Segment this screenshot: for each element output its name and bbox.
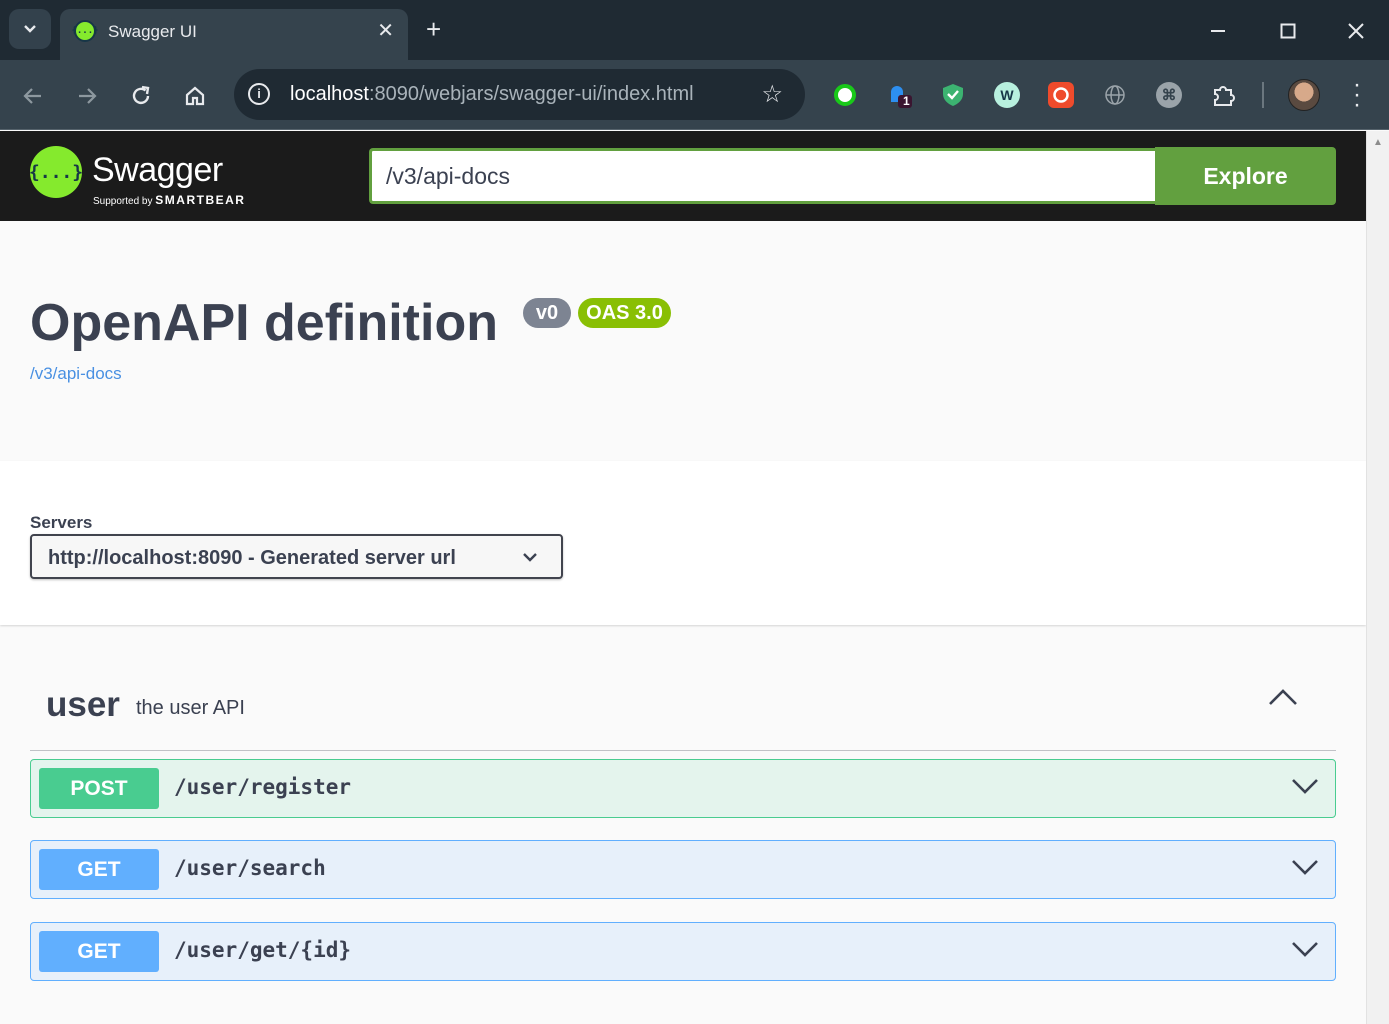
chevron-down-icon [24,25,36,33]
api-title: OpenAPI definition [30,294,498,352]
address-path: :8090/webjars/swagger-ui/index.html [368,83,694,105]
swagger-favicon-icon: {...} [71,20,99,42]
chevron-down-icon[interactable] [1291,939,1319,959]
logo-supported-by-text: Supported by [93,196,153,207]
servers-section: Servers http://localhost:8090 - Generate… [0,461,1366,625]
browser-tab-swagger-ui[interactable]: {...} Swagger UI ✕ [60,9,408,60]
chevron-down-icon [523,553,537,562]
address-url[interactable]: localhost:8090/webjars/swagger-ui/index.… [290,83,694,106]
extension-shield-icon[interactable] [940,82,966,108]
chevron-up-icon[interactable] [1268,687,1298,709]
tag-description: the user API [136,697,245,719]
swagger-page: {...} Swagger Supported by SMARTBEAR Exp… [0,131,1366,1024]
minimize-icon[interactable] [1203,16,1233,46]
operation-path: /user/search [174,856,326,880]
toolbar-separator [1262,82,1264,108]
window-close-icon[interactable] [1341,16,1371,46]
scroll-up-arrow-icon[interactable]: ▲ [1373,137,1383,148]
bookmark-star-icon[interactable]: ☆ [761,80,783,109]
extension-green-ring-icon[interactable] [832,82,858,108]
extension-w-icon[interactable]: W [994,82,1020,108]
tab-close-icon[interactable]: ✕ [377,18,394,43]
tab-title: Swagger UI [108,22,197,41]
tag-section-user[interactable]: user the user API [30,675,1336,751]
api-info: OpenAPI definition v0 OAS 3.0 /v3/api-do… [0,221,1366,461]
oas-badge: OAS 3.0 [578,298,671,328]
back-arrow-icon[interactable] [15,78,51,114]
version-badge: v0 [523,298,571,328]
operations-section: user the user API POST /user/register GE… [0,625,1366,1024]
extension-badge-count: 1 [903,94,910,108]
operation-post-user-register[interactable]: POST /user/register [30,759,1336,818]
forward-arrow-icon[interactable] [69,78,105,114]
spec-url-input[interactable] [369,148,1157,204]
logo-name: Swagger [92,151,223,189]
chevron-down-icon[interactable] [1291,776,1319,796]
tag-name: user [46,685,120,724]
address-host: localhost [290,83,369,105]
servers-select[interactable]: http://localhost:8090 - Generated server… [30,534,563,579]
explore-button[interactable]: Explore [1155,147,1336,205]
servers-label: Servers [30,513,93,532]
operation-get-user-search[interactable]: GET /user/search [30,840,1336,899]
operation-path: /user/get/{id} [174,938,352,962]
new-tab-plus-icon[interactable]: + [426,14,441,44]
page-scrollbar[interactable]: ▲ [1366,131,1389,1024]
method-badge: GET [39,931,159,972]
address-bar[interactable]: i localhost:8090/webjars/swagger-ui/inde… [234,69,805,120]
browser-tab-strip: {...} Swagger UI ✕ + [0,0,1389,60]
extension-ghost-icon[interactable]: 1 [886,82,912,108]
operation-get-user-get-id[interactable]: GET /user/get/{id} [30,922,1336,981]
reload-icon[interactable] [123,78,159,114]
extensions-puzzle-icon[interactable] [1210,82,1236,108]
tab-search-button[interactable] [9,9,51,49]
chevron-down-icon[interactable] [1291,857,1319,877]
more-menu-icon[interactable]: · · · [1345,73,1369,117]
extension-command-icon[interactable]: ⌘ [1156,82,1182,108]
site-info-icon[interactable]: i [248,83,270,105]
logo-supported-by: Supported by SMARTBEAR [93,193,245,207]
servers-selected-value: http://localhost:8090 - Generated server… [48,547,456,569]
method-badge: POST [39,768,159,809]
operation-path: /user/register [174,775,352,799]
browser-toolbar: i localhost:8090/webjars/swagger-ui/inde… [0,60,1389,130]
profile-avatar[interactable] [1288,79,1320,111]
maximize-icon[interactable] [1273,16,1303,46]
method-badge: GET [39,849,159,890]
logo-company: SMARTBEAR [155,193,246,207]
swagger-logo-icon: {...} [29,146,83,198]
extension-globe-icon[interactable] [1102,82,1128,108]
extension-record-icon[interactable] [1048,82,1074,108]
home-icon[interactable] [177,78,213,114]
swagger-topbar: {...} Swagger Supported by SMARTBEAR Exp… [0,131,1366,221]
spec-link[interactable]: /v3/api-docs [30,364,122,384]
